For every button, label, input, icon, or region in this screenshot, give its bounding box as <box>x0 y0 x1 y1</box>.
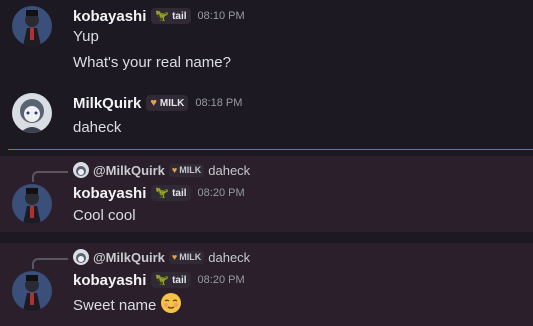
timestamp: 08:10 PM <box>197 10 245 22</box>
reply-server-tag: ♥ MILK <box>168 250 205 264</box>
relieved-face-icon[interactable] <box>160 292 182 318</box>
reply-text: daheck <box>208 249 251 265</box>
message-text: daheck <box>73 119 122 136</box>
tail-icon: 🦖 <box>155 9 170 22</box>
username[interactable]: kobayashi <box>73 185 146 202</box>
heart-icon: ♥ <box>171 252 178 262</box>
reply-avatar <box>73 162 89 178</box>
reply-spine <box>32 171 68 182</box>
avatar[interactable] <box>12 184 52 224</box>
server-tag-badge[interactable]: 🦖 tail <box>151 185 191 201</box>
message-text: Sweet name <box>73 292 182 318</box>
message-kobayashi-reply-2: @MilkQuirk ♥ MILK daheck kobayashi 🦖 tai… <box>0 243 533 326</box>
message-text: Cool cool <box>73 207 136 224</box>
reply-username[interactable]: @MilkQuirk <box>93 163 165 178</box>
avatar[interactable] <box>12 93 52 133</box>
message-text: What's your real name? <box>73 54 231 71</box>
username[interactable]: kobayashi <box>73 8 146 25</box>
server-tag-badge[interactable]: ♥ MILK <box>146 95 189 111</box>
reply-server-tag: ♥ MILK <box>168 163 205 177</box>
reply-reference[interactable]: @MilkQuirk ♥ MILK daheck <box>73 249 250 265</box>
username[interactable]: MilkQuirk <box>73 95 141 112</box>
tail-icon: 🦖 <box>155 186 170 199</box>
reply-avatar <box>73 249 89 265</box>
reply-username[interactable]: @MilkQuirk <box>93 250 165 265</box>
server-tag-badge[interactable]: 🦖 tail <box>151 272 191 288</box>
username[interactable]: kobayashi <box>73 272 146 289</box>
timestamp: 08:20 PM <box>197 274 245 286</box>
server-tag-badge[interactable]: 🦖 tail <box>151 8 191 24</box>
reply-text: daheck <box>208 162 251 178</box>
timestamp: 08:18 PM <box>195 97 243 109</box>
heart-icon: ♥ <box>171 165 178 175</box>
timestamp: 08:20 PM <box>197 187 245 199</box>
message-kobayashi-reply-1: @MilkQuirk ♥ MILK daheck kobayashi 🦖 tai… <box>0 156 533 232</box>
message-milkquirk: MilkQuirk ♥ MILK 08:18 PM daheck <box>0 88 533 138</box>
tail-icon: 🦖 <box>155 273 170 286</box>
message-kobayashi-1: kobayashi 🦖 tail 08:10 PM Yup What's you… <box>0 0 533 80</box>
heart-icon: ♥ <box>150 96 157 109</box>
avatar[interactable] <box>12 271 52 311</box>
reply-reference[interactable]: @MilkQuirk ♥ MILK daheck <box>73 162 250 178</box>
message-text: Yup <box>73 28 99 45</box>
new-messages-divider <box>8 149 533 150</box>
avatar[interactable] <box>12 6 52 46</box>
reply-spine <box>32 258 68 269</box>
